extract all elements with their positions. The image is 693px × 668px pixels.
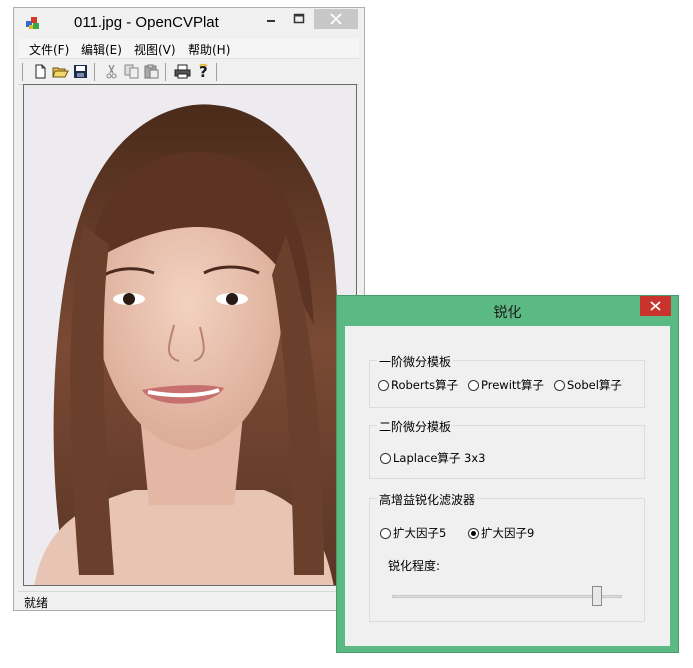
menu-view[interactable]: 视图(V) [134, 41, 176, 58]
cut-icon[interactable] [103, 63, 120, 80]
sharpen-slider-track[interactable] [392, 595, 622, 598]
toolbar-separator [94, 63, 95, 81]
toolbar-separator [165, 63, 166, 81]
group-label: 一阶微分模板 [377, 353, 454, 370]
title-bar[interactable]: 011.jpg - OpenCVPlat [14, 8, 364, 38]
app-icon [26, 17, 39, 29]
sharpen-dialog: 锐化 一阶微分模板 Roberts算子 Prewitt算子 Sobel算子 二阶… [336, 295, 679, 653]
radio-button[interactable] [468, 380, 479, 391]
radio-button-selected[interactable] [468, 528, 479, 539]
radio-button[interactable] [378, 380, 389, 391]
toolbar: ? [18, 60, 359, 85]
portrait-photo [24, 85, 356, 585]
status-text: 就绪 [24, 596, 49, 610]
high-boost-group: 高增益锐化滤波器 扩大因子5 扩大因子9 锐化程度: [369, 491, 645, 622]
print-icon[interactable] [174, 63, 191, 80]
radio-label: Sobel算子 [567, 378, 622, 392]
radio-label: 扩大因子9 [481, 526, 535, 540]
radio-laplace[interactable]: Laplace算子 3x3 [380, 450, 486, 466]
radio-button[interactable] [380, 528, 391, 539]
toolbar-separator [216, 63, 217, 81]
radio-prewitt[interactable]: Prewitt算子 [468, 377, 544, 393]
close-button[interactable] [314, 9, 358, 29]
help-icon[interactable]: ? [195, 63, 212, 80]
maximize-button[interactable] [286, 9, 312, 29]
first-order-group: 一阶微分模板 Roberts算子 Prewitt算子 Sobel算子 [369, 353, 645, 408]
maximize-icon [293, 13, 305, 24]
radio-roberts[interactable]: Roberts算子 [378, 377, 458, 393]
copy-icon[interactable] [123, 63, 140, 80]
radio-factor-5[interactable]: 扩大因子5 [380, 525, 446, 541]
sharpen-slider-thumb[interactable] [591, 586, 602, 606]
group-label: 高增益锐化滤波器 [377, 491, 478, 508]
slider-label: 锐化程度: [388, 559, 441, 573]
close-icon [330, 13, 342, 25]
open-folder-icon[interactable] [52, 63, 69, 80]
status-bar: 就绪 [18, 591, 359, 610]
paste-icon[interactable] [143, 63, 160, 80]
dialog-close-button[interactable] [640, 296, 671, 316]
second-order-group: 二阶微分模板 Laplace算子 3x3 [369, 418, 645, 479]
minimize-icon [267, 20, 275, 22]
save-icon[interactable] [72, 63, 89, 80]
menu-bar: 文件(F) 编辑(E) 视图(V) 帮助(H) [18, 39, 359, 59]
image-canvas[interactable] [23, 84, 357, 586]
radio-label: Roberts算子 [391, 378, 459, 392]
radio-factor-9[interactable]: 扩大因子9 [468, 525, 534, 541]
group-label: 二阶微分模板 [377, 418, 454, 435]
toolbar-grip [22, 63, 23, 81]
main-window: 011.jpg - OpenCVPlat 文件(F) 编辑(E) 视图(V) 帮… [13, 7, 365, 611]
menu-help[interactable]: 帮助(H) [188, 41, 230, 58]
radio-button[interactable] [380, 453, 391, 464]
menu-edit[interactable]: 编辑(E) [81, 41, 122, 58]
radio-label: Prewitt算子 [481, 378, 544, 392]
radio-sobel[interactable]: Sobel算子 [554, 377, 622, 393]
window-title: 011.jpg - OpenCVPlat [74, 14, 219, 31]
radio-button[interactable] [554, 380, 565, 391]
radio-label: 扩大因子5 [393, 526, 447, 540]
close-icon [650, 301, 661, 311]
new-file-icon[interactable] [32, 63, 49, 80]
menu-file[interactable]: 文件(F) [29, 41, 69, 58]
radio-label: Laplace算子 3x3 [393, 451, 486, 465]
minimize-button[interactable] [258, 9, 284, 29]
dialog-title: 锐化 [493, 305, 522, 321]
dialog-body: 一阶微分模板 Roberts算子 Prewitt算子 Sobel算子 二阶微分模… [345, 326, 670, 646]
